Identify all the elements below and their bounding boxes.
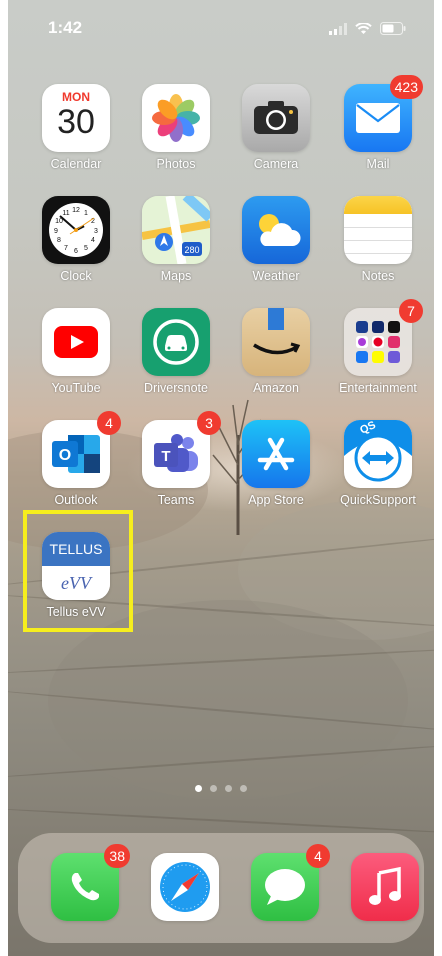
youtube-icon bbox=[42, 308, 110, 376]
app-label: App Store bbox=[248, 493, 304, 507]
mail-badge: 423 bbox=[389, 75, 423, 99]
page-dot bbox=[240, 785, 247, 792]
svg-text:8: 8 bbox=[57, 237, 61, 244]
page-dot-active bbox=[195, 785, 202, 792]
app-label: Outlook bbox=[54, 493, 98, 507]
page-dot bbox=[225, 785, 232, 792]
phone-icon: 38 bbox=[51, 844, 130, 921]
svg-text:9: 9 bbox=[54, 228, 58, 235]
app-label: Driversnote bbox=[144, 381, 208, 395]
status-indicators bbox=[329, 22, 406, 35]
app-teams[interactable]: T 3 Teams bbox=[131, 411, 221, 507]
app-notes[interactable]: Notes bbox=[333, 196, 423, 283]
entertainment-badge: 7 bbox=[399, 299, 423, 323]
svg-text:6: 6 bbox=[74, 248, 78, 255]
interstate-shield-number: 280 bbox=[184, 245, 199, 255]
maps-icon: 280 bbox=[142, 196, 210, 264]
safari-icon bbox=[151, 853, 219, 921]
svg-text:12: 12 bbox=[72, 207, 80, 214]
cellular-signal-icon bbox=[329, 22, 347, 35]
app-amazon[interactable]: Amazon bbox=[231, 308, 321, 395]
photos-icon bbox=[142, 84, 210, 152]
app-driversnote[interactable]: Driversnote bbox=[131, 308, 221, 395]
mail-icon: 423 bbox=[344, 75, 423, 152]
camera-icon bbox=[242, 84, 310, 152]
app-messages[interactable]: 4 bbox=[240, 844, 330, 921]
app-label: Camera bbox=[253, 157, 299, 171]
app-label: Entertainment bbox=[339, 381, 417, 395]
svg-text:10: 10 bbox=[55, 218, 63, 225]
svg-text:7: 7 bbox=[64, 245, 68, 252]
phone-badge: 38 bbox=[104, 844, 130, 868]
app-phone[interactable]: 38 bbox=[40, 844, 130, 921]
app-weather[interactable]: Weather bbox=[231, 196, 321, 283]
teams-badge: 3 bbox=[197, 411, 221, 435]
teams-icon: T 3 bbox=[142, 411, 221, 488]
status-time: 1:42 bbox=[48, 18, 83, 37]
app-store-icon bbox=[242, 420, 310, 488]
outlook-letter: O bbox=[59, 447, 71, 464]
app-camera[interactable]: Camera bbox=[231, 84, 321, 171]
driversnote-icon bbox=[142, 308, 210, 376]
battery-icon bbox=[380, 22, 406, 35]
messages-badge: 4 bbox=[306, 844, 330, 868]
tellus-evv-highlight-box bbox=[23, 510, 133, 632]
entertainment-folder-icon: 7 bbox=[344, 299, 423, 376]
amazon-icon bbox=[242, 308, 310, 376]
teams-letter: T bbox=[161, 448, 170, 465]
app-clock[interactable]: 12 1 2 345 678 9 10 11 Clock bbox=[31, 196, 121, 283]
svg-text:11: 11 bbox=[62, 210, 69, 217]
music-icon bbox=[351, 853, 419, 921]
notes-icon bbox=[344, 196, 412, 264]
dock: 38 4 bbox=[18, 833, 424, 943]
wallpaper-stripe bbox=[8, 807, 434, 835]
svg-text:4: 4 bbox=[91, 237, 95, 244]
app-app-store[interactable]: App Store bbox=[231, 420, 321, 507]
calendar-date: 30 bbox=[57, 103, 95, 141]
app-mail[interactable]: 423 Mail bbox=[333, 75, 423, 171]
calendar-day: MON bbox=[62, 90, 90, 104]
app-label: Photos bbox=[156, 157, 196, 171]
quicksupport-icon: QS bbox=[344, 420, 412, 488]
app-safari[interactable] bbox=[140, 853, 230, 921]
home-screen: 1:42 MON 30 Calendar Photos Camera 423 M… bbox=[8, 0, 434, 956]
app-label: QuickSupport bbox=[340, 493, 416, 507]
app-youtube[interactable]: YouTube bbox=[31, 308, 121, 395]
svg-text:3: 3 bbox=[94, 228, 98, 235]
app-label: Calendar bbox=[50, 157, 102, 171]
app-label: Weather bbox=[252, 269, 300, 283]
app-calendar[interactable]: MON 30 Calendar bbox=[31, 84, 121, 171]
app-label: Teams bbox=[157, 493, 195, 507]
messages-icon: 4 bbox=[251, 844, 330, 921]
clock-icon: 12 1 2 345 678 9 10 11 bbox=[42, 196, 110, 264]
app-photos[interactable]: Photos bbox=[131, 84, 221, 171]
app-label: Maps bbox=[160, 269, 192, 283]
app-outlook[interactable]: O 4 Outlook bbox=[31, 411, 121, 507]
app-label: Notes bbox=[361, 269, 395, 283]
page-dot bbox=[210, 785, 217, 792]
app-label: Mail bbox=[366, 157, 390, 171]
calendar-icon: MON 30 bbox=[42, 84, 110, 152]
app-quicksupport[interactable]: QS QuickSupport bbox=[333, 420, 423, 507]
app-label: YouTube bbox=[51, 381, 101, 395]
weather-icon bbox=[242, 196, 310, 264]
app-label: Amazon bbox=[253, 381, 299, 395]
outlook-badge: 4 bbox=[97, 411, 121, 435]
wifi-icon bbox=[355, 22, 372, 34]
page-indicator[interactable] bbox=[8, 785, 434, 792]
outlook-icon: O 4 bbox=[42, 411, 121, 488]
svg-text:5: 5 bbox=[84, 245, 88, 252]
app-label: Clock bbox=[60, 269, 92, 283]
app-music[interactable] bbox=[340, 853, 430, 921]
app-entertainment-folder[interactable]: 7 Entertainment bbox=[333, 299, 423, 395]
svg-text:1: 1 bbox=[84, 210, 88, 217]
app-maps[interactable]: 280 Maps bbox=[131, 196, 221, 283]
